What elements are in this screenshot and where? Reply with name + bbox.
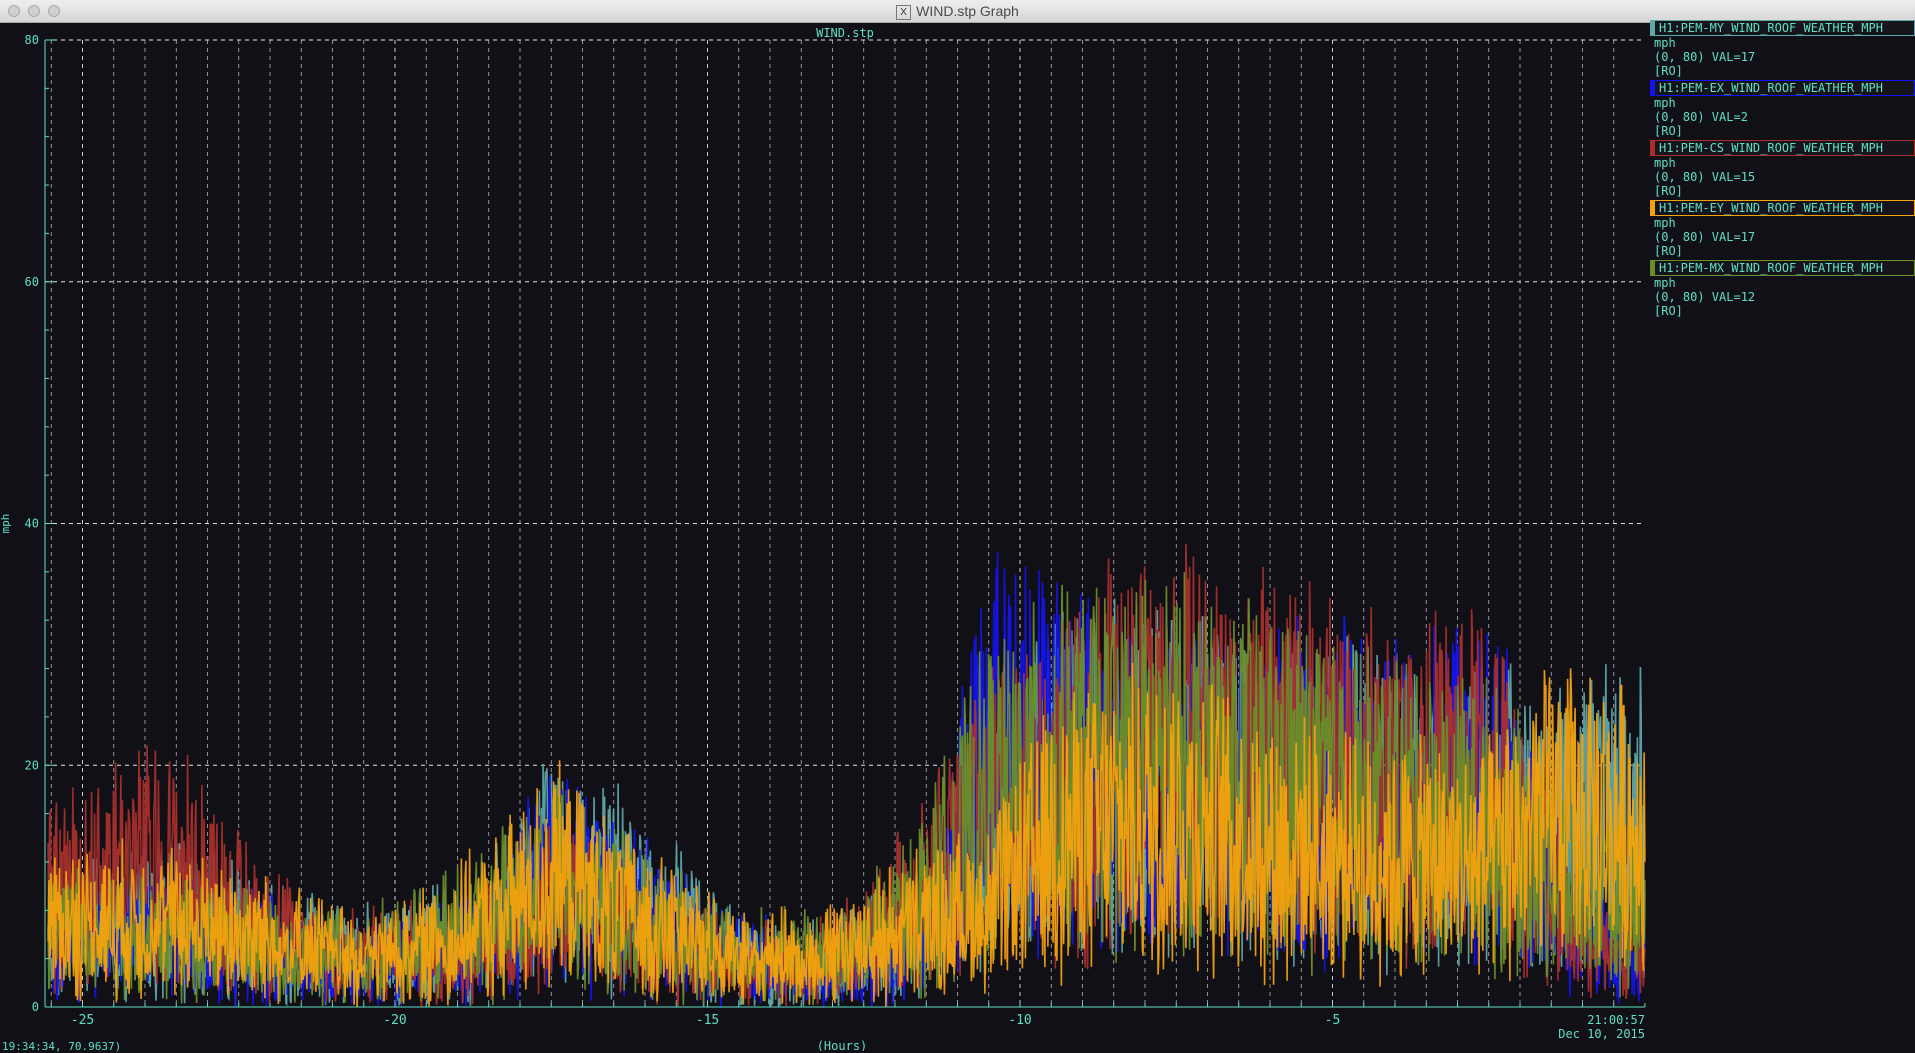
x11-icon: X [896,5,912,20]
legend-unit: mph [1654,216,1676,230]
date-label: Dec 10, 2015 [1558,1027,1645,1041]
legend-channel-name[interactable]: H1:PEM-MY_WIND_ROOF_WEATHER_MPH [1654,20,1915,36]
legend-range: (0, 80) VAL=2 [1654,110,1748,124]
legend-unit: mph [1654,276,1676,290]
legend-unit: mph [1654,96,1676,110]
window-title: X WIND.stp Graph [0,3,1915,20]
legend-mode: [RO] [1654,64,1683,78]
legend-range: (0, 80) VAL=17 [1654,50,1756,64]
legend-range: (0, 80) VAL=17 [1654,230,1756,244]
strip-chart[interactable]: 0 20 40 60 80 -25 -20 -15 -10 -5 WIND.stp (Hours) mp… [0,22,1915,1051]
legend-range: (0, 80) VAL=12 [1654,290,1756,304]
y-tick-label: 20 [25,758,39,772]
legend-channel-name[interactable]: H1:PEM-MX_WIND_ROOF_WEATHER_MPH [1654,260,1915,276]
legend-item[interactable]: H1:PEM-CS_WIND_ROOF_WEATHER_MPH mph (0, 80… [1650,140,1915,200]
legend-item[interactable]: H1:PEM-MX_WIND_ROOF_WEATHER_MPH mph (0, 80… [1650,260,1915,320]
window-title-text: WIND.stp Graph [916,3,1019,19]
x-tick-label: -10 [1008,1013,1031,1028]
legend-mode: [RO] [1654,244,1683,258]
x-tick-label: -15 [696,1013,719,1028]
legend-range: (0, 80) VAL=15 [1654,170,1756,184]
legend-channel-name[interactable]: H1:PEM-EY_WIND_ROOF_WEATHER_MPH [1654,200,1915,216]
legend-item[interactable]: H1:PEM-EX_WIND_ROOF_WEATHER_MPH mph (0, 80… [1650,80,1915,140]
y-tick-label: 80 [25,33,39,47]
legend-unit: mph [1654,36,1676,50]
x-tick-label: -20 [383,1013,406,1028]
time-label: 21:00:57 [1587,1013,1645,1027]
legend-mode: [RO] [1654,184,1683,198]
y-axis-label: mph [0,514,12,534]
y-tick-label: 40 [25,517,39,531]
x-tick-label: -25 [71,1013,94,1028]
x-tick-label: -5 [1325,1013,1341,1028]
y-tick-label: 0 [32,1000,39,1014]
legend-mode: [RO] [1654,304,1683,318]
window-titlebar: X WIND.stp Graph [0,0,1915,23]
legend-item[interactable]: H1:PEM-MY_WIND_ROOF_WEATHER_MPH mph (0, 80… [1650,20,1915,80]
legend-item[interactable]: H1:PEM-EY_WIND_ROOF_WEATHER_MPH mph (0, 80… [1650,200,1915,260]
y-tick-label: 60 [25,275,39,289]
legend-channel-name[interactable]: H1:PEM-CS_WIND_ROOF_WEATHER_MPH [1654,140,1915,156]
legend-unit: mph [1654,156,1676,170]
chart-title: WIND.stp [816,26,874,40]
cursor-readout: 19:34:34, 70.9637) [2,1040,122,1053]
legend-mode: [RO] [1654,124,1683,138]
x-axis-label: (Hours) [817,1039,868,1051]
legend-channel-name[interactable]: H1:PEM-EX_WIND_ROOF_WEATHER_MPH [1654,80,1915,96]
